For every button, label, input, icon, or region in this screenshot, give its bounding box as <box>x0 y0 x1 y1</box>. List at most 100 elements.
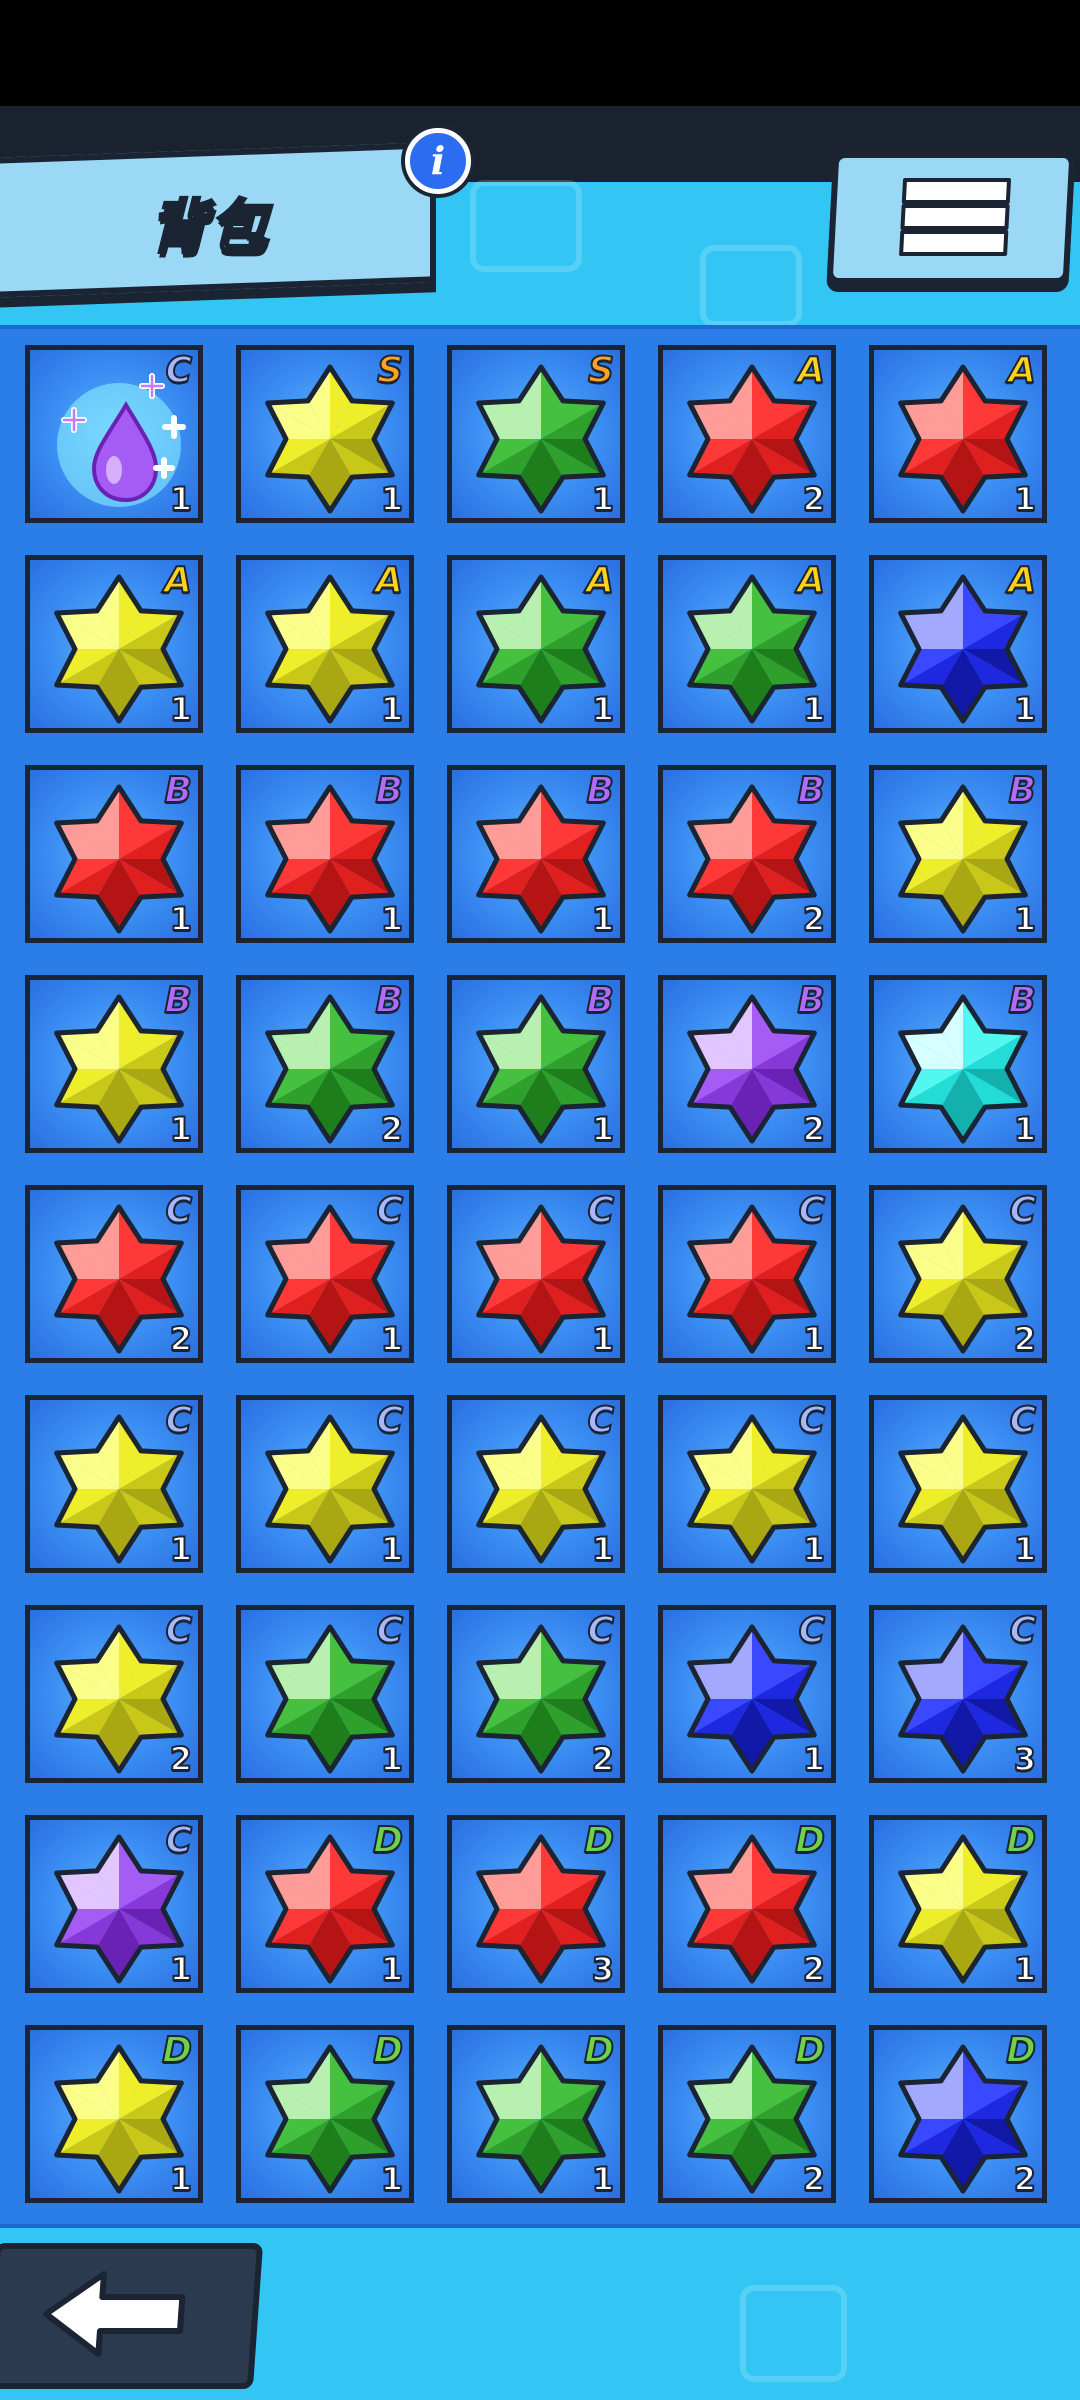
menu-button[interactable] <box>826 152 1076 284</box>
inventory-slot[interactable]: S1 <box>236 345 414 523</box>
inventory-slot[interactable]: D2 <box>869 2025 1047 2203</box>
quantity-label: 1 <box>169 899 193 939</box>
inventory-slot[interactable]: C2 <box>25 1605 203 1783</box>
inventory-slot[interactable]: C1 <box>236 1395 414 1573</box>
grade-label: B <box>375 769 404 812</box>
grade-label: C <box>1009 1399 1037 1442</box>
inventory-slot[interactable]: C1 <box>447 1395 625 1573</box>
inventory-slot[interactable]: C1 <box>869 1395 1047 1573</box>
grade-label: C <box>165 349 193 392</box>
inventory-slot[interactable]: A1 <box>658 555 836 733</box>
quantity-label: 1 <box>802 1739 826 1779</box>
inventory-slot[interactable]: C1 <box>447 1185 625 1363</box>
grade-label: A <box>796 559 826 602</box>
inventory-slot[interactable]: C1 <box>25 1815 203 1993</box>
inventory-slot[interactable]: B2 <box>658 765 836 943</box>
quantity-label: 1 <box>169 1529 193 1569</box>
grade-label: C <box>798 1189 826 1232</box>
inventory-slot[interactable]: D1 <box>447 2025 625 2203</box>
quantity-label: 1 <box>1013 479 1037 519</box>
grade-label: C <box>587 1189 615 1232</box>
inventory-slot[interactable]: C1 <box>236 1185 414 1363</box>
quantity-label: 1 <box>169 689 193 729</box>
quantity-label: 1 <box>1013 899 1037 939</box>
inventory-slot[interactable]: A1 <box>869 555 1047 733</box>
inventory-slot[interactable]: B1 <box>869 975 1047 1153</box>
inventory-slot[interactable]: D1 <box>25 2025 203 2203</box>
grade-label: A <box>374 559 404 602</box>
inventory-slot[interactable]: C1 <box>236 1605 414 1783</box>
inventory-slot[interactable]: A2 <box>658 345 836 523</box>
quantity-label: 2 <box>591 1739 615 1779</box>
inventory-slot[interactable]: B2 <box>236 975 414 1153</box>
grade-label: A <box>585 559 615 602</box>
grade-label: B <box>586 979 615 1022</box>
inventory-slot[interactable]: D3 <box>447 1815 625 1993</box>
quantity-label: 2 <box>802 1109 826 1149</box>
quantity-label: 1 <box>802 1529 826 1569</box>
quantity-label: 2 <box>169 1739 193 1779</box>
inventory-slot[interactable]: C1 <box>658 1395 836 1573</box>
inventory-slot[interactable]: C2 <box>447 1605 625 1783</box>
quantity-label: 1 <box>380 689 404 729</box>
quantity-label: 1 <box>169 479 193 519</box>
inventory-slot[interactable]: C1 <box>658 1185 836 1363</box>
grade-label: S <box>587 349 615 392</box>
grade-label: B <box>1008 769 1037 812</box>
grade-label: C <box>587 1609 615 1652</box>
inventory-slot[interactable]: D2 <box>658 2025 836 2203</box>
inventory-slot[interactable]: C3 <box>869 1605 1047 1783</box>
inventory-slot[interactable]: D2 <box>658 1815 836 1993</box>
background-deco <box>740 2285 847 2382</box>
quantity-label: 1 <box>380 479 404 519</box>
inventory-slot[interactable]: B1 <box>25 975 203 1153</box>
grade-label: B <box>1008 979 1037 1022</box>
quantity-label: 1 <box>1013 1949 1037 1989</box>
grade-label: A <box>796 349 826 392</box>
grade-label: D <box>583 2029 615 2072</box>
inventory-slot[interactable]: C1 <box>25 1395 203 1573</box>
inventory-slot[interactable]: C1 <box>658 1605 836 1783</box>
inventory-slot[interactable]: A1 <box>236 555 414 733</box>
inventory-slot[interactable]: D1 <box>236 1815 414 1993</box>
inventory-slot[interactable]: B1 <box>869 765 1047 943</box>
inventory-slot[interactable]: B2 <box>658 975 836 1153</box>
grade-label: C <box>587 1399 615 1442</box>
grade-label: A <box>163 559 193 602</box>
info-icon[interactable]: i <box>405 128 471 194</box>
inventory-slot[interactable]: C1 <box>25 345 203 523</box>
quantity-label: 1 <box>1013 689 1037 729</box>
inventory-slot[interactable]: B1 <box>25 765 203 943</box>
inventory-slot[interactable]: C2 <box>869 1185 1047 1363</box>
inventory-slot[interactable]: D1 <box>236 2025 414 2203</box>
quantity-label: 1 <box>169 1949 193 1989</box>
quantity-label: 2 <box>802 479 826 519</box>
quantity-label: 2 <box>802 899 826 939</box>
quantity-label: 1 <box>591 1319 615 1359</box>
inventory-slot[interactable]: B1 <box>236 765 414 943</box>
inventory-slot[interactable]: S1 <box>447 345 625 523</box>
quantity-label: 3 <box>591 1949 615 1989</box>
quantity-label: 2 <box>380 1109 404 1149</box>
inventory-slot[interactable]: B1 <box>447 975 625 1153</box>
grade-label: A <box>1007 559 1037 602</box>
inventory-slot[interactable]: A1 <box>869 345 1047 523</box>
status-bar <box>0 0 1080 106</box>
inventory-slot[interactable]: B1 <box>447 765 625 943</box>
inventory-slot[interactable]: A1 <box>447 555 625 733</box>
inventory-slot[interactable]: D1 <box>869 1815 1047 1993</box>
grade-label: D <box>583 1819 615 1862</box>
grade-label: C <box>1009 1189 1037 1232</box>
back-button[interactable] <box>0 2243 264 2389</box>
inventory-slot[interactable]: C2 <box>25 1185 203 1363</box>
quantity-label: 1 <box>591 689 615 729</box>
grade-label: D <box>372 2029 404 2072</box>
quantity-label: 1 <box>380 1739 404 1779</box>
grade-label: C <box>165 1609 193 1652</box>
inventory-slot[interactable]: A1 <box>25 555 203 733</box>
grade-label: B <box>375 979 404 1022</box>
quantity-label: 2 <box>169 1319 193 1359</box>
grade-label: B <box>797 979 826 1022</box>
quantity-label: 1 <box>591 479 615 519</box>
grade-label: D <box>161 2029 193 2072</box>
